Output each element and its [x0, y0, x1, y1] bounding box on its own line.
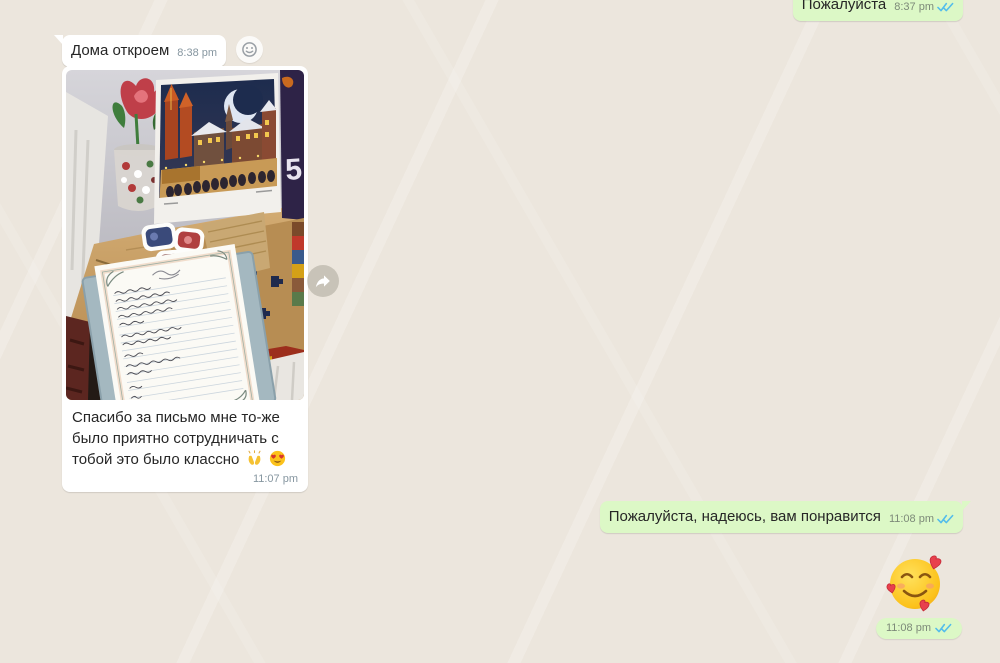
emoji-message-time-pill: 11:08 pm	[876, 618, 962, 639]
message-time: 11:07 pm	[66, 470, 304, 485]
message-text: Пожалуйста	[802, 0, 887, 14]
read-double-check-icon	[937, 2, 954, 13]
message-time: 11:08 pm	[886, 622, 931, 634]
forward-arrow-icon	[313, 271, 333, 291]
read-double-check-icon	[935, 623, 952, 634]
add-reaction-button[interactable]	[236, 36, 263, 63]
message-time: 11:08 pm	[889, 510, 934, 529]
read-double-check-icon	[937, 514, 954, 525]
puzzle-box-number: 5	[284, 153, 303, 187]
message-bubble-outgoing[interactable]: Пожалуйста, надеюсь, вам понравится 11:0…	[600, 501, 963, 533]
message-bubble-outgoing[interactable]: Пожалуйста 8:37 pm	[793, 0, 963, 21]
message-bubble-incoming[interactable]: Дома откроем 8:38 pm	[62, 35, 226, 67]
attached-photo[interactable]: 5	[66, 70, 304, 400]
message-bubble-incoming-image[interactable]: 5	[62, 66, 308, 492]
smiling-face-with-hearts-emoji	[884, 551, 948, 615]
message-text: Пожалуйста, надеюсь, вам понравится	[609, 507, 881, 526]
chat-conversation-panel: Пожалуйста 8:37 pm Дома откроем 8:38 pm	[0, 0, 1000, 663]
heart-eyes-emoji	[269, 450, 286, 467]
message-time: 8:37 pm	[894, 0, 934, 17]
image-caption: Спасибо за письмо мне то-же было приятно…	[66, 400, 304, 470]
message-time: 8:38 pm	[177, 44, 217, 63]
raising-hands-emoji	[246, 450, 263, 467]
message-text: Дома откроем	[71, 41, 169, 60]
smiley-icon	[241, 41, 258, 58]
forward-message-button[interactable]	[307, 265, 339, 297]
message-emoji-smiling-face-with-hearts[interactable]	[884, 551, 948, 615]
